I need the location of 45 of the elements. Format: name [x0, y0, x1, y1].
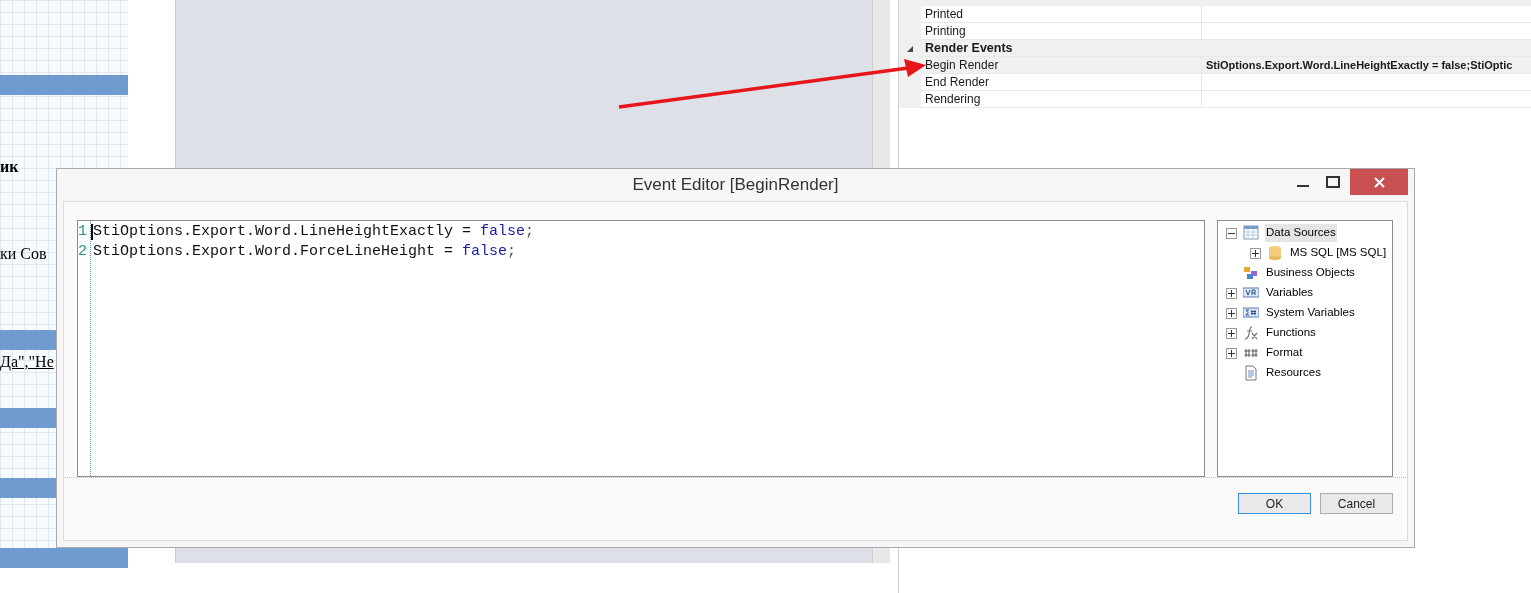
minimize-icon — [1297, 185, 1309, 187]
line-number: 1 — [78, 222, 88, 242]
code-line: StiOptions.Export.Word.LineHeightExactly = false; — [93, 222, 535, 242]
collapse-icon[interactable] — [1226, 227, 1237, 239]
property-name[interactable]: Printed — [921, 6, 1202, 22]
tree-item[interactable]: Business Objects — [1265, 264, 1356, 282]
ok-button[interactable]: OK — [1238, 493, 1311, 514]
document-icon — [1243, 365, 1259, 381]
tree-item[interactable]: Functions — [1265, 324, 1317, 342]
property-name[interactable]: Rendering — [921, 91, 1202, 107]
function-icon — [1243, 325, 1259, 341]
objects-icon — [1243, 265, 1259, 281]
tree-item[interactable]: Format — [1265, 344, 1304, 362]
tree-item[interactable]: System Variables — [1265, 304, 1356, 322]
tree-item[interactable]: Variables — [1265, 284, 1315, 302]
property-name[interactable]: Printing — [921, 23, 1202, 39]
property-value[interactable]: StiOptions.Export.Word.LineHeightExactly = false;StiOptic — [1202, 57, 1531, 73]
tree-item[interactable]: MS SQL [MS SQL] — [1289, 244, 1388, 262]
cancel-button[interactable]: Cancel — [1320, 493, 1393, 514]
variable-icon — [1243, 285, 1259, 301]
report-text: ик — [0, 157, 19, 177]
code-line: StiOptions.Export.Word.ForceLineHeight = false; — [93, 242, 517, 262]
code-editor[interactable]: 1 2 StiOptions.Export.Word.LineHeightExactly = false; StiOptions.Export.Word.ForceLineHeight = false; — [77, 220, 1205, 477]
close-icon — [1373, 176, 1385, 188]
expand-icon[interactable] — [1250, 247, 1261, 259]
category-label: Render Events — [921, 40, 1531, 56]
collapse-icon[interactable] — [907, 45, 913, 52]
expand-icon[interactable] — [1226, 347, 1237, 359]
report-text: ки Сов — [0, 244, 47, 264]
report-text: Да","Не — [0, 352, 54, 373]
maximize-icon — [1326, 176, 1340, 188]
property-name[interactable]: Begin Render — [921, 57, 1202, 73]
system-variable-icon — [1243, 305, 1259, 321]
table-icon — [1243, 225, 1259, 241]
expand-icon[interactable] — [1226, 327, 1237, 339]
text-cursor — [91, 224, 93, 240]
window-title: Event Editor [BeginRender] — [632, 174, 839, 197]
tree-item[interactable]: Data Sources — [1265, 224, 1337, 242]
line-number: 2 — [78, 242, 88, 262]
expand-icon[interactable] — [1226, 307, 1237, 319]
database-icon — [1267, 245, 1283, 261]
tree-item[interactable]: Resources — [1265, 364, 1322, 382]
expand-icon[interactable] — [1226, 287, 1237, 299]
property-name[interactable]: End Render — [921, 74, 1202, 90]
close-button[interactable] — [1350, 169, 1408, 195]
